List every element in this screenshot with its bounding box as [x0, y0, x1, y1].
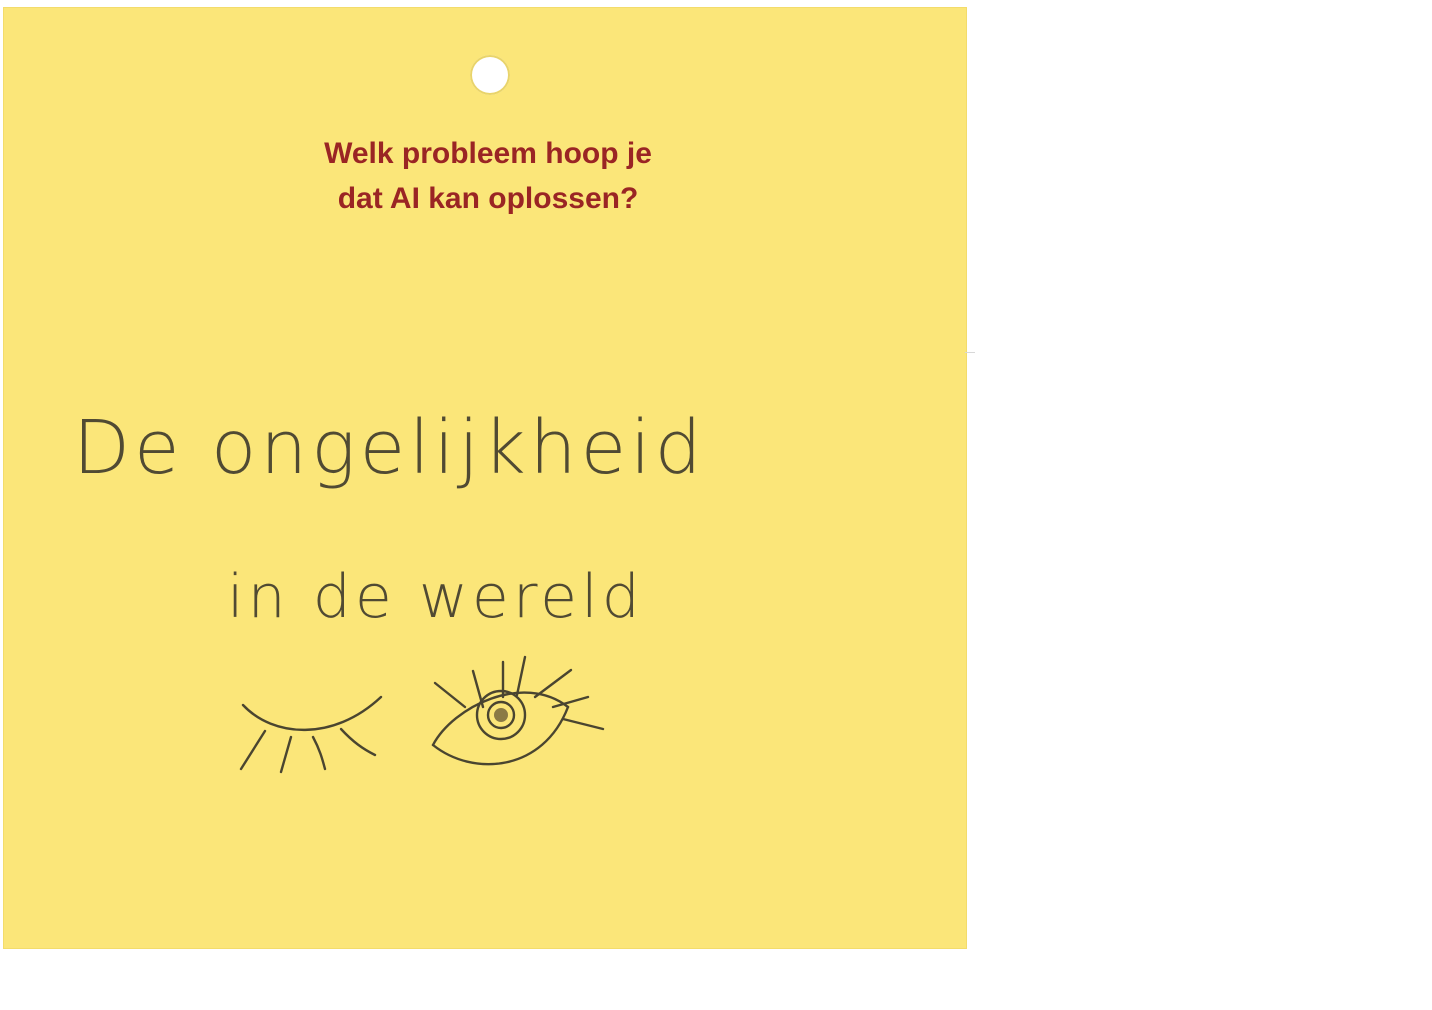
answer-card: Welk probleem hoop je dat AI kan oplosse… — [3, 7, 967, 949]
scan-artifact — [965, 352, 975, 353]
open-eye-icon — [431, 655, 605, 766]
handwritten-drawing — [239, 655, 605, 774]
closed-eye-icon — [239, 695, 383, 774]
